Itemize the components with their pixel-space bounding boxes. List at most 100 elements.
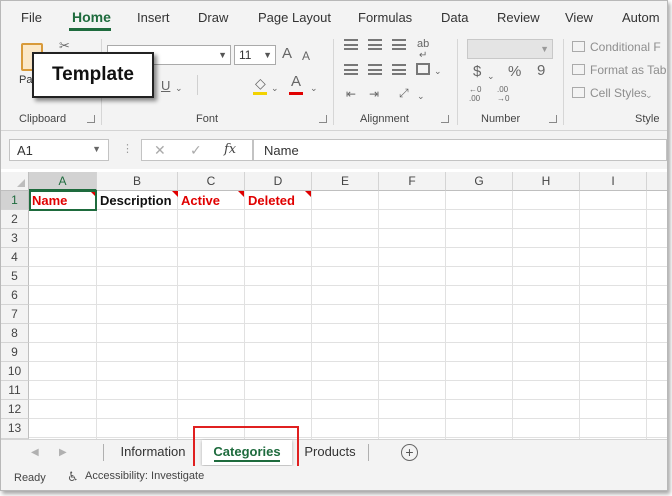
font-launcher-icon[interactable] [319,115,327,123]
merge-center-icon[interactable] [416,63,430,75]
name-box[interactable]: A1 ▼ [9,139,109,161]
decrease-indent-icon[interactable]: ⇤ [346,87,356,101]
row-header[interactable]: 12 [1,400,29,419]
align-top-icon[interactable] [344,39,358,50]
row-header[interactable]: 1 [1,191,29,210]
align-left-icon[interactable] [344,64,358,75]
scroll-right-icon[interactable]: ▶ [59,446,67,460]
comma-style-icon[interactable]: 9 [537,63,545,78]
alignment-launcher-icon[interactable] [441,115,449,123]
add-sheet-icon[interactable]: + [401,444,418,461]
orientation-angle-icon[interactable]: ⤢ [399,86,409,100]
chevron-down-icon[interactable]: ⌄ [175,81,183,95]
align-bottom-icon[interactable] [392,39,406,50]
cell-b1[interactable]: Description [97,191,178,210]
row-header[interactable]: 7 [1,305,29,324]
column-header-a[interactable]: A [29,172,97,191]
font-color-icon[interactable]: A [291,74,301,89]
chevron-down-icon[interactable]: ⌄ [310,81,318,95]
column-header-partial[interactable] [647,172,667,191]
chevron-down-icon[interactable]: ⌄ [417,89,425,103]
align-center-icon[interactable] [368,64,382,75]
menu-draw[interactable]: Draw [198,10,228,25]
decrease-decimal-icon[interactable]: .00 →0 [497,85,509,103]
row-header[interactable]: 11 [1,381,29,400]
percent-icon[interactable]: % [508,64,521,79]
cell-styles-button[interactable]: Cell Styles [590,86,647,100]
fill-color-icon[interactable]: ◇ [255,76,266,90]
chevron-down-icon[interactable]: ⌄ [645,88,653,102]
accessibility-icon[interactable]: ♿ [67,469,79,485]
chevron-down-icon[interactable]: ⌄ [434,64,442,78]
column-header-h[interactable]: H [513,172,580,191]
clipboard-launcher-icon[interactable] [87,115,95,123]
comment-indicator-icon[interactable] [238,191,244,197]
scroll-left-icon[interactable]: ◀ [31,446,39,460]
insert-function-icon[interactable]: fx [224,143,236,157]
menu-page-layout[interactable]: Page Layout [258,10,331,25]
sheet-tab-information[interactable]: Information [105,440,201,465]
comment-indicator-icon[interactable] [172,191,178,197]
column-header-c[interactable]: C [178,172,245,191]
cell-d1[interactable]: Deleted [245,191,312,210]
row-header[interactable]: 13 [1,419,29,439]
cell-styles-icon[interactable] [572,87,585,98]
menu-review[interactable]: Review [497,10,540,25]
active-tab-underline [69,28,111,31]
column-header-f[interactable]: F [379,172,446,191]
formula-input[interactable]: Name [253,139,667,161]
column-header-i[interactable]: I [580,172,647,191]
accessibility-status[interactable]: Accessibility: Investigate [85,470,204,482]
increase-font-icon[interactable]: A [282,46,292,61]
select-all-corner[interactable] [1,172,29,191]
menu-data[interactable]: Data [441,10,468,25]
number-launcher-icon[interactable] [549,115,557,123]
row-header[interactable]: 6 [1,286,29,305]
formula-buttons: ✕ ✓ fx [141,139,253,161]
number-format-dropdown[interactable]: ▼ [467,39,553,59]
row-header[interactable]: 2 [1,210,29,229]
format-as-table-button[interactable]: Format as Tab [590,63,666,77]
menu-view[interactable]: View [565,10,593,25]
menu-home[interactable]: Home [72,9,111,25]
row-header[interactable]: 10 [1,362,29,381]
currency-icon[interactable]: $ [473,64,481,79]
conditional-formatting-button[interactable]: Conditional F [590,40,661,54]
column-header-d[interactable]: D [245,172,312,191]
column-header-e[interactable]: E [312,172,379,191]
cut-icon[interactable]: ✂ [59,39,70,53]
decrease-font-icon[interactable]: A [302,49,310,63]
group-divider [457,39,458,125]
row-header[interactable]: 9 [1,343,29,362]
worksheet-grid[interactable]: A B C D E F G H I 1 2 3 4 5 6 7 8 9 10 1… [1,172,667,439]
font-size-dropdown[interactable]: 11 ▼ [234,45,276,65]
sheet-tab-products[interactable]: Products [293,440,367,465]
underline-icon[interactable]: U [161,79,170,93]
menu-formulas[interactable]: Formulas [358,10,412,25]
row-header[interactable]: 4 [1,248,29,267]
styles-group-label: Style [635,113,660,125]
row-header[interactable]: 8 [1,324,29,343]
column-header-g[interactable]: G [446,172,513,191]
increase-decimal-icon[interactable]: ←0.00 [469,85,481,103]
menu-automate[interactable]: Autom [622,10,660,25]
enter-icon[interactable]: ✓ [190,143,202,157]
wrap-text-icon[interactable]: ↵ [419,49,427,63]
drag-handle-icon[interactable]: ⋮ [122,142,133,156]
chevron-down-icon[interactable]: ⌄ [271,81,279,95]
menu-file[interactable]: File [21,10,42,25]
cancel-icon[interactable]: ✕ [154,143,166,157]
conditional-formatting-icon[interactable] [572,41,585,52]
format-as-table-icon[interactable] [572,64,585,75]
align-right-icon[interactable] [392,64,406,75]
cell-c1[interactable]: Active [178,191,245,210]
chevron-down-icon[interactable]: ⌄ [487,69,495,83]
paste-label[interactable]: Pa [19,74,32,86]
increase-indent-icon[interactable]: ⇥ [369,87,379,101]
row-header[interactable]: 5 [1,267,29,286]
row-header[interactable]: 3 [1,229,29,248]
align-middle-icon[interactable] [368,39,382,50]
column-header-b[interactable]: B [97,172,178,191]
comment-indicator-icon[interactable] [305,191,311,197]
menu-insert[interactable]: Insert [137,10,170,25]
